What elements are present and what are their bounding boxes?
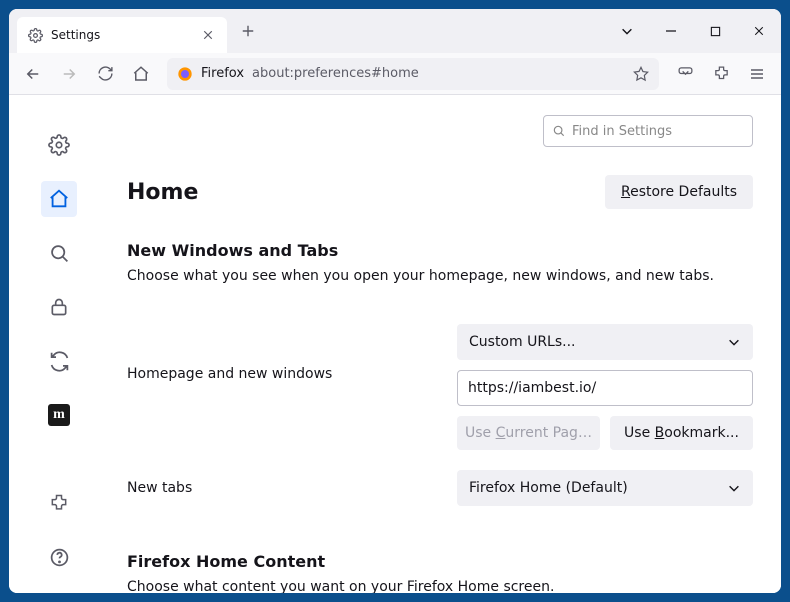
- chevron-down-icon: [727, 335, 741, 349]
- url-product: Firefox: [201, 66, 244, 81]
- home-button[interactable]: [125, 58, 157, 90]
- restore-defaults-button[interactable]: Restore Defaults: [605, 175, 753, 209]
- forward-button[interactable]: [53, 58, 85, 90]
- settings-main: Find in Settings Home Restore Defaults N…: [109, 95, 781, 593]
- sidebar-item-sync[interactable]: [41, 343, 77, 379]
- window-close-button[interactable]: [737, 9, 781, 53]
- sidebar-item-home[interactable]: [41, 181, 77, 217]
- minimize-button[interactable]: [649, 9, 693, 53]
- search-input[interactable]: Find in Settings: [543, 115, 753, 147]
- section-home-content-title: Firefox Home Content: [127, 552, 753, 571]
- homepage-mode-select[interactable]: Custom URLs...: [457, 324, 753, 360]
- sidebar-item-general[interactable]: [41, 127, 77, 163]
- search-icon: [552, 124, 566, 138]
- browser-tab[interactable]: Settings: [17, 17, 227, 53]
- gear-icon: [27, 27, 43, 43]
- use-current-pages-button[interactable]: Use Current Pages: [457, 416, 600, 450]
- newtabs-select[interactable]: Firefox Home (Default): [457, 470, 753, 506]
- firefox-icon: [177, 66, 193, 82]
- m-icon: m: [48, 404, 70, 426]
- homepage-url-input[interactable]: [457, 370, 753, 406]
- sidebar-item-privacy[interactable]: [41, 289, 77, 325]
- close-icon[interactable]: [199, 26, 217, 44]
- pocket-button[interactable]: [669, 58, 701, 90]
- tab-title: Settings: [51, 28, 191, 42]
- sidebar-item-more[interactable]: m: [41, 397, 77, 433]
- tabs-dropdown-button[interactable]: [605, 9, 649, 53]
- sidebar-item-search[interactable]: [41, 235, 77, 271]
- chevron-down-icon: [727, 481, 741, 495]
- app-menu-button[interactable]: [741, 58, 773, 90]
- page-title: Home: [127, 180, 198, 205]
- maximize-button[interactable]: [693, 9, 737, 53]
- new-tab-button[interactable]: [233, 16, 263, 46]
- section-new-windows-title: New Windows and Tabs: [127, 241, 753, 260]
- reload-button[interactable]: [89, 58, 121, 90]
- homepage-mode-value: Custom URLs...: [469, 334, 576, 350]
- newtabs-value: Firefox Home (Default): [469, 480, 628, 496]
- sidebar-item-extensions[interactable]: [41, 485, 77, 521]
- homepage-label: Homepage and new windows: [127, 324, 457, 382]
- section-home-content-desc: Choose what content you want on your Fir…: [127, 579, 753, 593]
- newtabs-label: New tabs: [127, 480, 457, 496]
- url-path: about:preferences#home: [252, 66, 419, 81]
- sidebar-item-help[interactable]: [41, 539, 77, 575]
- url-bar[interactable]: Firefox about:preferences#home: [167, 58, 659, 90]
- section-new-windows-desc: Choose what you see when you open your h…: [127, 268, 753, 284]
- extensions-button[interactable]: [705, 58, 737, 90]
- settings-sidebar: m: [9, 95, 109, 593]
- search-placeholder: Find in Settings: [572, 124, 672, 139]
- titlebar: Settings: [9, 9, 781, 53]
- back-button[interactable]: [17, 58, 49, 90]
- use-bookmark-button[interactable]: Use Bookmark...: [610, 416, 753, 450]
- toolbar: Firefox about:preferences#home: [9, 53, 781, 95]
- bookmark-star-icon[interactable]: [633, 66, 649, 82]
